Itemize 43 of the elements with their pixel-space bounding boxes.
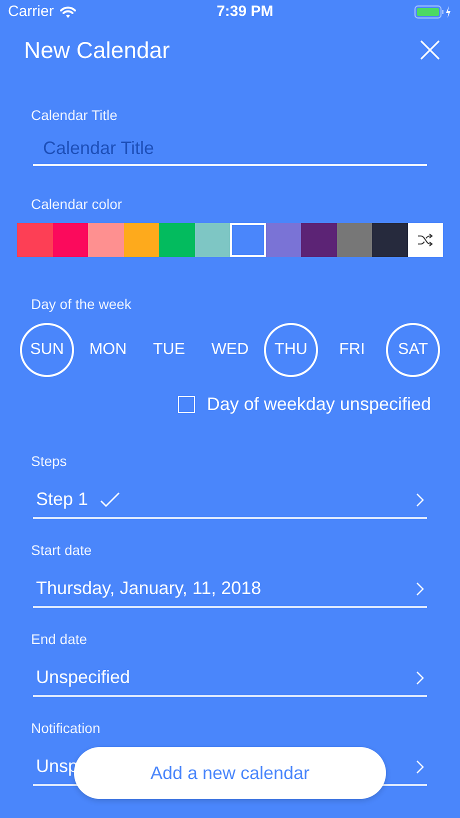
picker-value[interactable]: Thursday, January, 11, 2018	[36, 575, 262, 602]
wifi-icon	[60, 6, 76, 18]
shuffle-icon	[417, 233, 434, 247]
carrier-name: Carrier	[8, 2, 54, 22]
checkbox[interactable]	[178, 396, 195, 413]
weekday-button[interactable]: FRI	[325, 323, 379, 377]
color-swatch[interactable]	[17, 223, 52, 257]
status-time: 7:39 PM	[216, 2, 274, 22]
weekday-button[interactable]: THU	[264, 323, 318, 377]
color-swatch[interactable]	[301, 223, 336, 257]
chevron-right-icon	[416, 582, 424, 596]
color-swatch[interactable]	[194, 223, 230, 257]
color-swatch[interactable]	[372, 223, 408, 257]
shuffle-button[interactable]	[408, 223, 443, 257]
color-swatch[interactable]	[124, 223, 159, 257]
field-label: Notification	[30, 719, 102, 738]
color-swatch[interactable]	[88, 223, 124, 257]
screen-title: New Calendar	[24, 36, 170, 65]
weekday-button[interactable]: TUE	[142, 323, 196, 377]
chevron-right-icon	[416, 670, 424, 684]
field-label: Day of the week	[30, 295, 132, 314]
color-swatch[interactable]	[336, 223, 372, 257]
chevron-right-icon	[416, 760, 424, 774]
close-icon	[420, 40, 440, 60]
checkbox-label: Day of weekday unspecified	[206, 393, 431, 416]
weekday-button[interactable]: SAT	[386, 323, 440, 377]
field-label: Steps	[30, 452, 68, 471]
color-swatch[interactable]	[52, 223, 88, 257]
weekday-button[interactable]: WED	[203, 323, 257, 377]
chevron-right-icon	[416, 492, 424, 506]
picker-value[interactable]: Unspecified	[36, 664, 130, 691]
color-swatch[interactable]	[230, 223, 266, 257]
field-label: Calendar color	[30, 195, 124, 214]
weekday-button[interactable]: SUN	[20, 323, 74, 377]
field-label: Start date	[30, 541, 93, 560]
color-swatch[interactable]	[159, 223, 194, 257]
field-label: Calendar Title	[30, 106, 118, 125]
battery-icon	[414, 5, 452, 19]
picker-value[interactable]: Step 1	[36, 486, 88, 513]
title-input[interactable]: Calendar Title	[33, 132, 427, 166]
field-label: End date	[30, 630, 88, 649]
weekday-button[interactable]: MON	[81, 323, 135, 377]
color-swatch[interactable]	[266, 223, 301, 257]
